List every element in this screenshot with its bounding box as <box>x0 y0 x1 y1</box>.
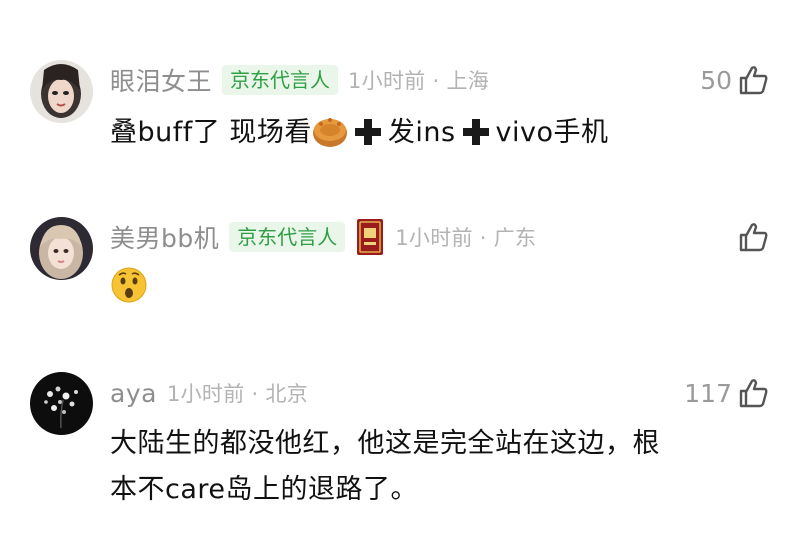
text-line: 本不care岛上的退路了。 <box>110 474 419 505</box>
spokesperson-badge: 京东代言人 <box>222 65 339 95</box>
comment-item: 美男bb机 京东代言人 1小时前 · 广东 <box>0 190 800 350</box>
thumbs-up-icon <box>739 379 768 408</box>
like-button[interactable] <box>732 221 770 253</box>
plus-sign-emoji <box>354 119 381 145</box>
thumbs-up-icon <box>739 223 768 252</box>
avatar[interactable] <box>30 217 93 280</box>
time-location: 1小时前 · 北京 <box>166 382 309 406</box>
like-button[interactable]: 50 <box>700 64 770 96</box>
mooncake-emoji <box>312 118 347 147</box>
text-segment: 发ins <box>387 117 456 148</box>
blossom-avatar <box>30 372 93 435</box>
like-button[interactable]: 117 <box>684 377 770 409</box>
spokesperson-badge: 京东代言人 <box>229 222 346 252</box>
username[interactable]: 美男bb机 <box>110 219 219 255</box>
like-count: 50 <box>700 65 732 95</box>
comment-meta: 眼泪女王 京东代言人 1小时前 · 上海 <box>110 64 489 96</box>
text-line: 大陆生的都没他红，他这是完全站在这边，根 <box>110 428 660 459</box>
comment-text: 叠buff了 现场看 发ins vivo手机 <box>110 110 770 156</box>
avatar[interactable] <box>30 60 93 123</box>
comment-text: 大陆生的都没他红，他这是完全站在这边，根 本不care岛上的退路了。 <box>110 421 770 513</box>
time-location: 1小时前 · 广东 <box>395 226 537 250</box>
comment-item: 眼泪女王 京东代言人 1小时前 · 上海 50 叠buff了 现场看 发ins … <box>0 0 800 190</box>
red-book-sticker <box>357 219 384 255</box>
avatar[interactable] <box>30 372 93 435</box>
comment-meta: aya 1小时前 · 北京 <box>110 377 308 409</box>
surprised-face-emoji <box>111 267 147 303</box>
username[interactable]: aya <box>110 379 157 408</box>
username[interactable]: 眼泪女王 <box>110 62 212 98</box>
time-location: 1小时前 · 上海 <box>348 69 490 93</box>
text-segment: 叠buff了 现场看 <box>110 117 312 148</box>
thumbs-up-icon <box>739 66 768 95</box>
comment-text <box>110 266 770 312</box>
comment-item: aya 1小时前 · 北京 117 大陆生的都没他红，他这是完全站在这边，根 本… <box>0 350 800 557</box>
text-segment: vivo手机 <box>495 117 609 148</box>
plus-sign-emoji <box>462 119 489 145</box>
like-count: 117 <box>684 378 732 408</box>
comment-meta: 美男bb机 京东代言人 1小时前 · 广东 <box>110 219 537 255</box>
